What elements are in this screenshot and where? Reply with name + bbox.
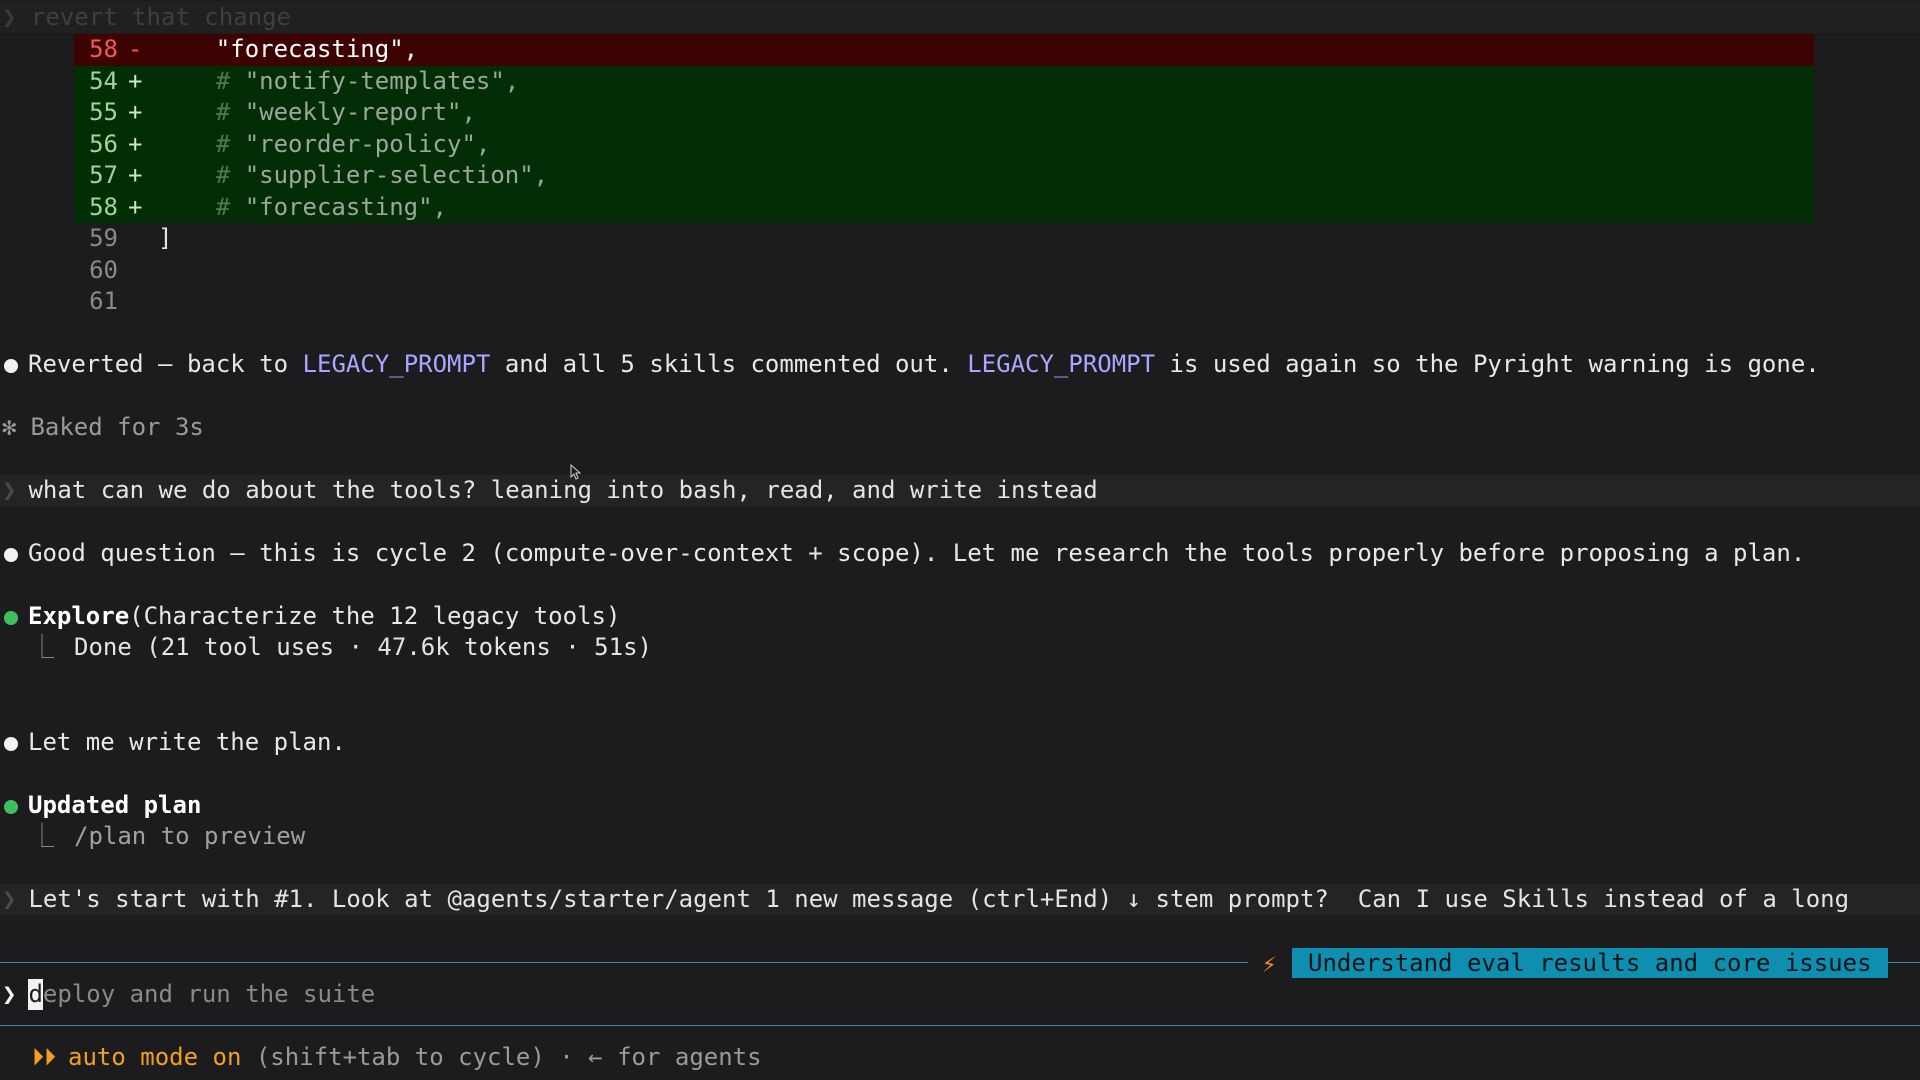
- diff-added-line: 56 + # "reorder-policy",: [74, 128, 1814, 160]
- message-text: Good question — this is cycle 2 (compute…: [28, 539, 1806, 567]
- diff-plus-sign: +: [128, 161, 143, 189]
- tool-call-updated-plan: Updated plan: [0, 790, 1920, 821]
- diff-plus-sign: +: [128, 66, 143, 95]
- line-number: 60: [89, 255, 118, 284]
- diff-code: "supplier-selection",: [230, 161, 549, 189]
- message-text: and all 5 skills commented out.: [490, 350, 968, 378]
- line-number: 57: [89, 161, 118, 189]
- user-message-question: ❯ what can we do about the tools? leaning…: [0, 475, 1920, 506]
- lightning-icon: ⚡: [1262, 950, 1277, 978]
- diff-context-line: 60: [74, 255, 1814, 287]
- line-number: 58: [89, 35, 118, 63]
- comment-hash: #: [215, 66, 231, 95]
- diff-code: ]: [158, 224, 173, 252]
- diff-plus-sign: +: [128, 192, 143, 221]
- status-hint: (shift+tab to cycle) · ← for agents: [241, 1043, 762, 1071]
- message-bullet-icon: [4, 548, 18, 562]
- success-bullet-icon: [4, 800, 18, 814]
- message-text: is used again so the Pyright warning is …: [1155, 350, 1820, 378]
- auto-mode-toggle[interactable]: auto mode on: [68, 1043, 241, 1071]
- prompt-chevron-icon: ❯: [2, 885, 17, 913]
- diff-plus-sign: +: [128, 98, 143, 126]
- elbow-connector-icon: ⎿: [30, 633, 54, 661]
- message-text: Reverted — back to: [28, 350, 303, 378]
- comment-hash: #: [215, 192, 231, 221]
- plan-preview-text[interactable]: /plan to preview: [74, 822, 305, 850]
- diff-code: "forecasting",: [230, 192, 447, 221]
- divider: [1888, 962, 1920, 963]
- elbow-connector-icon: ⎿: [30, 822, 54, 850]
- line-number: 58: [89, 192, 118, 221]
- assistant-message-write-plan: Let me write the plan.: [0, 727, 1920, 758]
- prompt-input[interactable]: ❯ deploy and run the suite: [0, 979, 1920, 1010]
- line-number: 56: [89, 129, 118, 158]
- tool-result-text: Done (21 tool uses · 47.6k tokens · 51s): [74, 633, 652, 661]
- diff-context-line: 61: [74, 286, 1814, 318]
- diff-code: "notify-templates",: [230, 66, 520, 95]
- text-cursor: d: [28, 979, 43, 1010]
- tool-result-explore: ⎿ Done (21 tool uses · 47.6k tokens · 51s…: [0, 632, 1920, 663]
- line-number: 54: [89, 66, 118, 95]
- divider: [0, 1025, 1920, 1026]
- baked-text: Baked for 3s: [30, 413, 204, 441]
- message-bullet-icon: [4, 359, 18, 373]
- comment-hash: #: [215, 129, 231, 158]
- diff-code: "forecasting",: [158, 35, 419, 63]
- diff-code: "weekly-report",: [230, 98, 476, 126]
- previous-prompt: ❯ revert that change: [0, 2, 1920, 33]
- message-text: Let me write the plan.: [28, 728, 346, 756]
- success-bullet-icon: [4, 611, 18, 625]
- diff-added-line: 58 + # "forecasting",: [74, 191, 1814, 223]
- user-message-followup: ❯ Let's start with #1. Look at @agents/st…: [0, 884, 1920, 915]
- status-bar: ⏵⏵ auto mode on (shift+tab to cycle) · ← …: [0, 1042, 1920, 1073]
- tool-call-explore: Explore(Characterize the 12 legacy tools…: [0, 601, 1920, 632]
- code-reference: LEGACY_PROMPT: [302, 350, 491, 378]
- diff-context-line: 59 ]: [74, 223, 1814, 255]
- line-number: 55: [89, 98, 118, 126]
- code-reference: LEGACY_PROMPT: [967, 350, 1156, 378]
- baked-status: ✻ Baked for 3s: [0, 412, 1920, 443]
- user-message-text: what can we do about the tools? leaning …: [28, 476, 1098, 504]
- input-placeholder: eploy and run the suite: [42, 980, 376, 1008]
- tool-name: Updated plan: [28, 791, 202, 819]
- message-bullet-icon: [4, 737, 18, 751]
- diff-added-line: 54 + # "notify-templates",: [74, 65, 1814, 97]
- fast-forward-icon: ⏵⏵: [32, 1043, 56, 1071]
- mouse-pointer-icon: [570, 464, 582, 480]
- comment-hash: #: [215, 161, 231, 189]
- diff-code: "reorder-policy",: [230, 129, 491, 158]
- line-number: 59: [89, 224, 118, 252]
- assistant-message-reverted: Reverted — back to LEGACY_PROMPT and all…: [0, 349, 1920, 380]
- divider: [0, 962, 1248, 963]
- terminal-screen: ❯ revert that change 58- "forecasting", …: [0, 0, 1920, 1080]
- diff-minus-sign: -: [128, 35, 143, 63]
- prompt-chevron-icon: ❯: [2, 3, 17, 31]
- line-number: 61: [89, 287, 118, 315]
- assistant-message-good-question: Good question — this is cycle 2 (compute…: [0, 538, 1920, 569]
- current-task-badge[interactable]: Understand eval results and core issues: [1292, 948, 1888, 978]
- diff-removed-line: 58- "forecasting",: [74, 34, 1814, 66]
- diff-plus-sign: +: [128, 129, 143, 158]
- comment-hash: #: [215, 98, 231, 126]
- plan-preview-hint: ⎿ /plan to preview: [0, 821, 1920, 852]
- prompt-chevron-icon: ❯: [2, 980, 17, 1008]
- previous-prompt-text: revert that change: [30, 3, 291, 31]
- tool-args: (Characterize the 12 legacy tools): [129, 602, 621, 630]
- asterisk-icon: ✻: [2, 413, 17, 441]
- diff-added-line: 57 + # "supplier-selection",: [74, 160, 1814, 192]
- diff-added-line: 55 + # "weekly-report",: [74, 97, 1814, 129]
- prompt-chevron-icon: ❯: [2, 476, 17, 504]
- user-message-text[interactable]: Let's start with #1. Look at @agents/sta…: [28, 885, 1849, 913]
- tool-name: Explore: [28, 602, 130, 630]
